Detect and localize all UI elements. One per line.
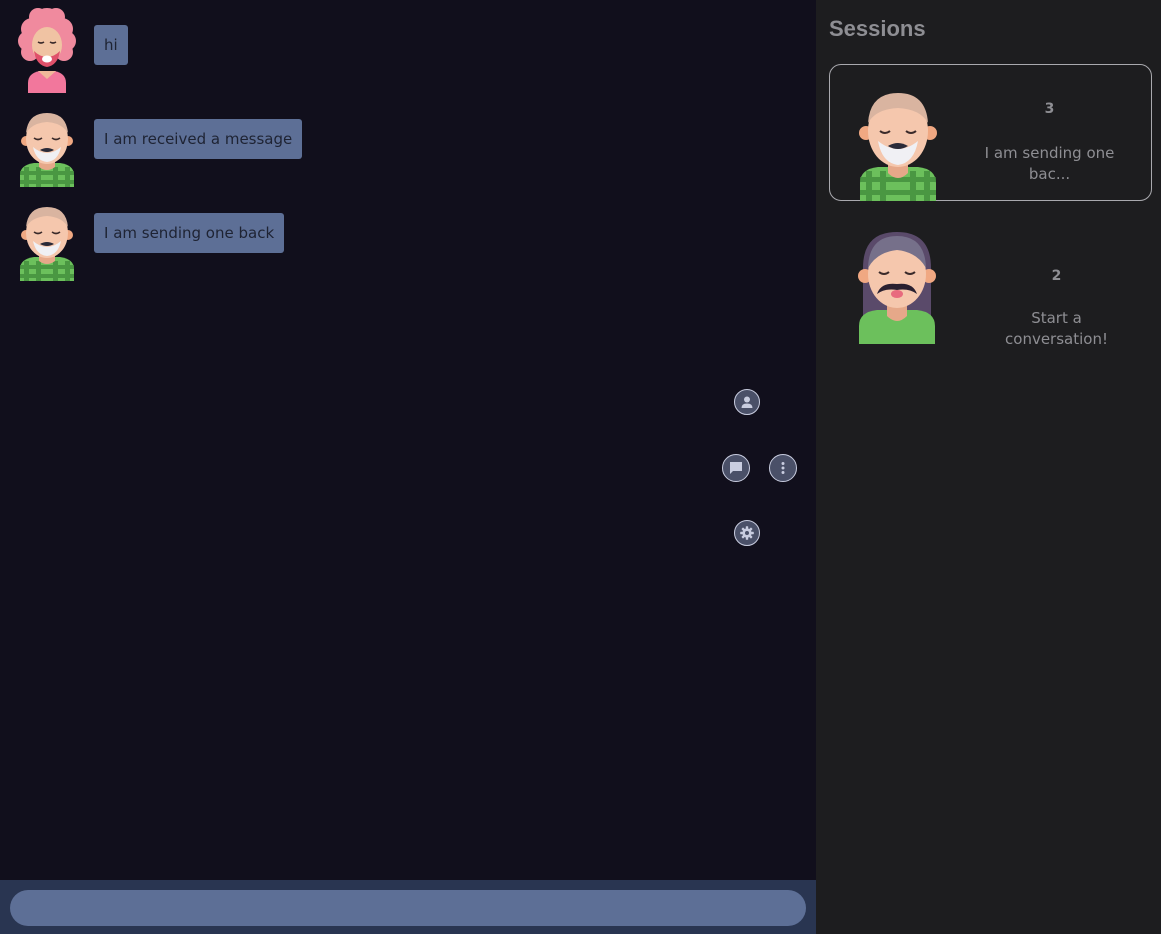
chat-bubble-icon <box>730 462 742 474</box>
composer-bar <box>0 880 816 934</box>
message-bubble: I am received a message <box>94 119 303 159</box>
chat-message: I am received a message <box>14 107 303 187</box>
user-icon <box>741 396 753 408</box>
message-input[interactable] <box>10 890 806 926</box>
chat-button[interactable] <box>722 454 750 482</box>
chat-message: I am sending one back <box>14 201 285 281</box>
session-message-count: 2 <box>1051 268 1062 284</box>
session-info: 3 I am sending one bac... <box>958 65 1141 200</box>
session-preview: Start a conversation! <box>1005 309 1108 348</box>
more-options-button[interactable] <box>769 454 797 482</box>
profile-button[interactable] <box>734 389 760 415</box>
curly-haired-avatar <box>14 7 80 93</box>
session-item[interactable]: 3 I am sending one bac... <box>829 64 1152 201</box>
mustache-long-hair-avatar <box>857 228 937 344</box>
session-item[interactable]: 2 Start a conversation! <box>829 218 1152 355</box>
chat-message: hi <box>14 7 128 93</box>
session-preview: I am sending one bac... <box>984 144 1115 183</box>
app-root: hi I am received a message I am sending … <box>0 0 1161 934</box>
message-bubble: I am sending one back <box>94 213 285 253</box>
message-bubble: hi <box>94 25 128 65</box>
bald-bearded-avatar <box>14 201 80 281</box>
gear-icon <box>740 526 754 540</box>
bald-bearded-avatar <box>14 107 80 187</box>
session-message-count: 3 <box>1044 101 1055 117</box>
bald-bearded-avatar <box>858 91 938 201</box>
chat-panel: hi I am received a message I am sending … <box>0 0 816 934</box>
session-info: 2 Start a conversation! <box>957 218 1142 355</box>
settings-button[interactable] <box>734 520 760 546</box>
sessions-sidebar: Sessions 3 I am sending one bac... 2 Sta… <box>816 0 1161 934</box>
more-vertical-icon <box>781 462 785 474</box>
sidebar-title: Sessions <box>829 16 926 41</box>
